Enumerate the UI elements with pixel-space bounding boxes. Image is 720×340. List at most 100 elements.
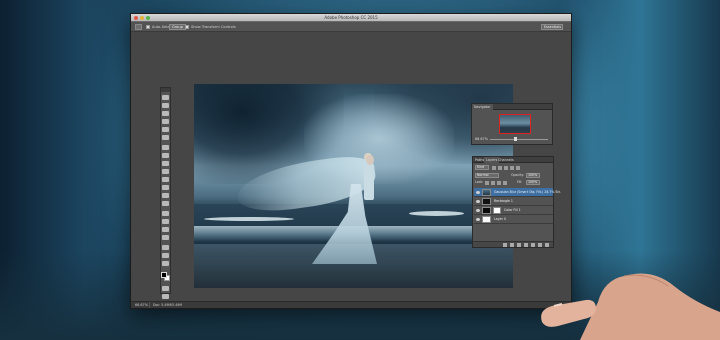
gradient-tool-icon[interactable] [162, 185, 169, 190]
layers-tab-bar: Paths Layers Channels [473, 157, 553, 163]
blur-tool-icon[interactable] [162, 193, 169, 198]
wave-crest [409, 211, 464, 216]
document-canvas[interactable] [194, 84, 513, 288]
navigator-zoom-value[interactable]: 66.67% [475, 137, 488, 141]
kind-filter-dropdown[interactable]: Kind [475, 165, 489, 170]
title-bar: Adobe Photoshop CC 2015 [131, 14, 571, 22]
move-tool-icon[interactable] [135, 24, 142, 30]
move-tool-icon[interactable] [162, 95, 169, 100]
opacity-field[interactable]: 100% [526, 173, 540, 178]
photoshop-window: Adobe Photoshop CC 2015 Auto-Select: Gro… [130, 13, 572, 309]
layer-name: Gaussian Blur (Smart Obj. Filt.) 28.7% S… [494, 190, 561, 194]
layer-thumbnail [482, 198, 491, 205]
layer-row[interactable]: Layer 0 [474, 215, 553, 224]
eraser-tool-icon[interactable] [162, 177, 169, 182]
visibility-eye-icon[interactable] [476, 209, 480, 212]
screen-mode-icon[interactable] [162, 294, 169, 299]
status-doc-info[interactable]: Doc: 5.49M/5.49M [149, 302, 189, 308]
tab-navigator[interactable]: Navigator [472, 104, 493, 110]
pen-tool-icon[interactable] [162, 211, 169, 216]
marquee-tool-icon[interactable] [162, 103, 169, 108]
brush-tool-icon[interactable] [162, 153, 169, 158]
lock-transparent-icon[interactable] [485, 181, 489, 185]
visibility-eye-icon[interactable] [476, 218, 480, 221]
layer-name: Rectangle 1 [494, 199, 513, 203]
show-transform-label: Show Transform Controls [191, 25, 236, 29]
show-transform-checkbox[interactable] [185, 25, 189, 29]
layer-thumbnail [482, 216, 491, 223]
tools-panel [160, 87, 171, 299]
dodge-tool-icon[interactable] [162, 201, 169, 206]
new-layer-icon[interactable] [538, 243, 542, 247]
visibility-eye-icon[interactable] [476, 200, 480, 203]
navigator-zoom-slider[interactable] [490, 139, 548, 140]
healing-brush-tool-icon[interactable] [162, 145, 169, 150]
new-group-icon[interactable] [531, 243, 535, 247]
tools-panel-header[interactable] [161, 88, 170, 92]
lock-pixels-icon[interactable] [491, 181, 495, 185]
zoom-tool-icon[interactable] [162, 253, 169, 258]
status-bar: 66.67% Doc: 5.49M/5.49M [131, 301, 571, 308]
wave-crest [204, 217, 294, 221]
visibility-eye-icon[interactable] [476, 191, 480, 194]
path-selection-tool-icon[interactable] [162, 227, 169, 232]
workspace-area: Navigator 66.67% Paths Layers Channels K… [131, 32, 571, 304]
crop-tool-icon[interactable] [162, 127, 169, 132]
hand-tool-icon[interactable] [162, 245, 169, 250]
layer-mask-thumbnail[interactable] [493, 207, 501, 214]
layer-style-icon[interactable] [510, 243, 514, 247]
window-title: Adobe Photoshop CC 2015 [324, 15, 378, 20]
layer-thumbnail [482, 189, 491, 196]
pixel-filter-icon[interactable] [492, 166, 496, 170]
layers-panel: Paths Layers Channels Kind Normal Opacit… [472, 156, 561, 248]
lasso-tool-icon[interactable] [162, 111, 169, 116]
status-zoom[interactable]: 66.67% [135, 303, 148, 307]
navigator-thumbnail[interactable] [499, 114, 531, 134]
layer-thumbnail [482, 207, 491, 214]
smart-object-filter-icon[interactable] [516, 166, 520, 170]
type-filter-icon[interactable] [504, 166, 508, 170]
add-mask-icon[interactable] [517, 243, 521, 247]
lock-all-icon[interactable] [503, 181, 507, 185]
fill-field[interactable]: 100% [526, 180, 540, 185]
shape-filter-icon[interactable] [510, 166, 514, 170]
opacity-label: Opacity: [511, 173, 525, 177]
foreground-color-swatch[interactable] [161, 272, 167, 278]
blend-mode-dropdown[interactable]: Normal [475, 173, 499, 178]
layer-row[interactable]: Rectangle 1 [474, 197, 553, 206]
shape-tool-icon[interactable] [162, 235, 169, 240]
eyedropper-tool-icon[interactable] [162, 135, 169, 140]
more-tools-icon[interactable] [162, 261, 169, 266]
layer-name: Color Fill 1 [504, 208, 521, 212]
layer-row[interactable]: Color Fill 1 [474, 206, 553, 215]
tab-channels[interactable]: Channels [496, 157, 516, 163]
fill-label: Fill: [517, 180, 523, 184]
color-swatches[interactable] [161, 272, 170, 282]
options-bar: Auto-Select: Group Show Transform Contro… [131, 22, 571, 32]
navigator-zoom-slider-handle[interactable] [514, 137, 517, 141]
bride-head [366, 155, 374, 165]
auto-select-checkbox[interactable] [146, 25, 150, 29]
type-tool-icon[interactable] [162, 219, 169, 224]
hand-holding-screen [541, 273, 720, 340]
lock-label: Lock: [475, 180, 484, 184]
history-brush-tool-icon[interactable] [162, 169, 169, 174]
workspace-dropdown[interactable]: Essentials [541, 24, 563, 30]
blend-row: Normal Opacity: 100% [475, 173, 553, 179]
layer-name: Layer 0 [494, 217, 506, 221]
clone-stamp-tool-icon[interactable] [162, 161, 169, 166]
trash-icon[interactable] [545, 243, 549, 247]
layers-footer [473, 241, 553, 247]
lock-row: Lock: Fill: 100% [475, 180, 553, 186]
lock-position-icon[interactable] [497, 181, 501, 185]
navigator-tab-bar: Navigator [472, 104, 552, 110]
adjustment-layer-icon[interactable] [524, 243, 528, 247]
adjustment-filter-icon[interactable] [498, 166, 502, 170]
link-layers-icon[interactable] [503, 243, 507, 247]
auto-select-dropdown[interactable]: Group [169, 24, 186, 30]
bride-torso [364, 164, 374, 200]
quick-selection-tool-icon[interactable] [162, 119, 169, 124]
quick-mask-icon[interactable] [162, 286, 169, 291]
layer-row[interactable]: Gaussian Blur (Smart Obj. Filt.) 28.7% S… [474, 188, 561, 197]
layer-filter-row: Kind [475, 165, 553, 171]
